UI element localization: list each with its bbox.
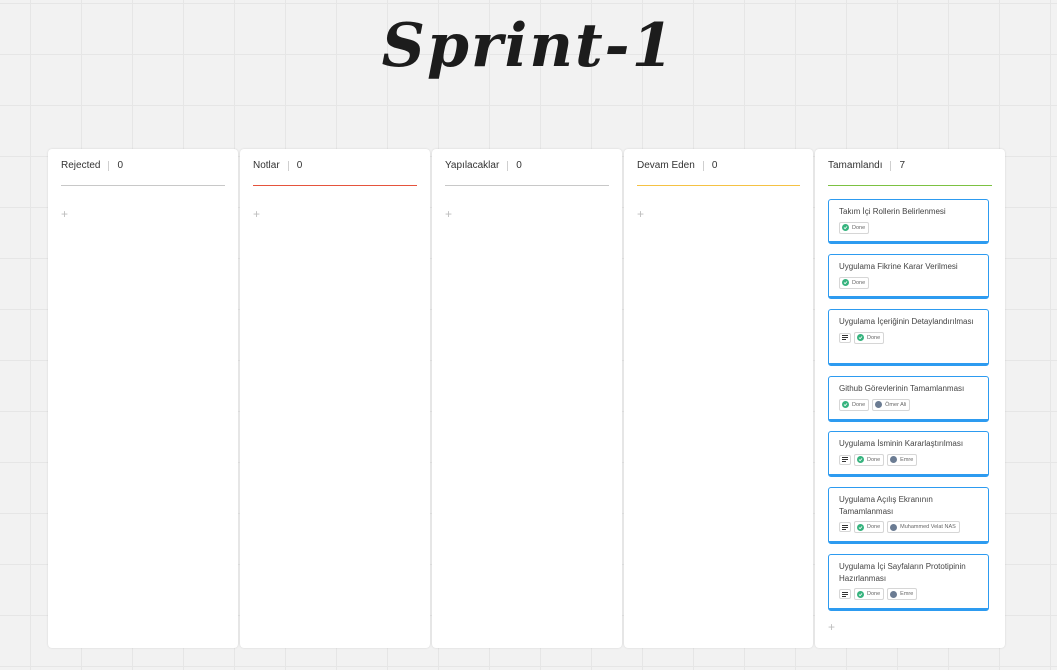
status-tag[interactable]: Done (839, 276, 870, 289)
assignee-tag[interactable]: Ömer Ali (872, 398, 911, 411)
column-count: 0 (516, 160, 522, 171)
description-icon (839, 332, 851, 343)
task-card[interactable]: Uygulama İçeriğinin Detaylandırılması Do… (828, 309, 989, 366)
status-label: Done (852, 224, 866, 231)
status-label: Done (852, 279, 866, 286)
check-icon (857, 523, 864, 531)
column-title: Tamamlandı (828, 160, 883, 171)
column-title: Notlar (253, 160, 280, 171)
check-icon (842, 279, 849, 286)
column-count: 0 (711, 160, 718, 171)
board-title[interactable]: Sprint-1 (0, 6, 1057, 86)
column-header[interactable]: Notlar 0 (253, 160, 417, 186)
status-label: Done (867, 524, 881, 530)
task-card[interactable]: Uygulama İçi Sayfaların Prototipinin Haz… (828, 554, 989, 611)
status-tag[interactable]: Done (854, 453, 885, 466)
task-card[interactable]: Takım İçi Rollerin Belirlenmesi Done (828, 199, 989, 244)
description-icon (839, 454, 851, 465)
divider (890, 161, 892, 171)
column-tamamlandi: Tamamlandı 7 Takım İçi Rollerin Belirlen… (815, 149, 1005, 648)
card-title: Uygulama İsminin Kararlaştırılması (839, 439, 964, 448)
column-color-bar (828, 185, 992, 186)
column-count: 0 (117, 160, 124, 171)
divider (287, 161, 289, 171)
column-header[interactable]: Tamamlandı 7 (828, 160, 992, 186)
description-icon (839, 589, 851, 599)
column-color-bar (61, 185, 225, 186)
check-icon (842, 224, 849, 231)
status-tag[interactable]: Done (839, 398, 870, 411)
check-icon (857, 590, 864, 598)
divider (507, 161, 509, 171)
add-card-button[interactable]: + (445, 208, 452, 220)
assignee-tag[interactable]: Emre (887, 588, 918, 600)
column-title: Yapılacaklar (445, 160, 500, 171)
column-title: Devam Eden (637, 160, 695, 171)
column-header[interactable]: Yapılacaklar 0 (445, 160, 609, 186)
check-icon (857, 456, 864, 463)
status-tag[interactable]: Done (854, 331, 885, 344)
assignee-name: Muhammed Velat NAS (900, 524, 956, 530)
card-title: Uygulama İçi Sayfaların Prototipinin Haz… (839, 562, 966, 583)
column-count: 7 (899, 160, 906, 171)
column-header[interactable]: Devam Eden 0 (637, 160, 800, 186)
task-card[interactable]: Uygulama Fikrine Karar Verilmesi Done (828, 254, 989, 299)
column-color-bar (253, 185, 417, 186)
column-notlar: Notlar 0 + (240, 149, 430, 648)
card-title: Uygulama Fikrine Karar Verilmesi (839, 262, 958, 271)
status-label: Done (867, 334, 881, 341)
status-label: Done (852, 401, 866, 408)
column-title: Rejected (61, 160, 101, 171)
column-yapilacaklar: Yapılacaklar 0 + (432, 149, 622, 648)
avatar-icon (875, 401, 883, 408)
status-label: Done (867, 456, 881, 463)
add-card-button[interactable]: + (253, 208, 260, 220)
status-tag[interactable]: Done (854, 588, 885, 600)
divider (108, 161, 110, 171)
add-card-button[interactable]: + (61, 208, 68, 220)
card-title: Takım İçi Rollerin Belirlenmesi (839, 207, 946, 216)
column-count: 0 (296, 160, 303, 171)
assignee-tag[interactable]: Muhammed Velat NAS (887, 521, 960, 533)
assignee-name: Emre (900, 591, 914, 597)
avatar-icon (890, 590, 898, 598)
avatar-icon (890, 456, 898, 463)
avatar-icon (890, 523, 898, 531)
divider (702, 161, 704, 171)
column-devam-eden: Devam Eden 0 + (624, 149, 813, 648)
card-title: Github Görevlerinin Tamamlanması (839, 384, 965, 393)
status-tag[interactable]: Done (839, 221, 870, 234)
assignee-name: Emre (900, 456, 914, 463)
add-card-button[interactable]: + (828, 621, 835, 633)
description-icon (839, 522, 851, 532)
add-card-button[interactable]: + (637, 208, 644, 220)
status-tag[interactable]: Done (854, 521, 885, 533)
task-card[interactable]: Uygulama İsminin Kararlaştırılması Done … (828, 431, 989, 477)
column-color-bar (637, 185, 800, 186)
check-icon (842, 401, 849, 408)
column-rejected: Rejected 0 + (48, 149, 238, 648)
card-title: Uygulama Açılış Ekranının Tamamlanması (839, 495, 933, 516)
task-card[interactable]: Github Görevlerinin Tamamlanması Done Öm… (828, 376, 989, 422)
column-color-bar (445, 185, 609, 186)
assignee-name: Ömer Ali (885, 401, 907, 408)
check-icon (857, 334, 864, 341)
column-header[interactable]: Rejected 0 (61, 160, 225, 186)
card-title: Uygulama İçeriğinin Detaylandırılması (839, 317, 974, 326)
status-label: Done (867, 591, 881, 597)
assignee-tag[interactable]: Emre (887, 453, 918, 466)
task-card[interactable]: Uygulama Açılış Ekranının Tamamlanması D… (828, 487, 989, 544)
